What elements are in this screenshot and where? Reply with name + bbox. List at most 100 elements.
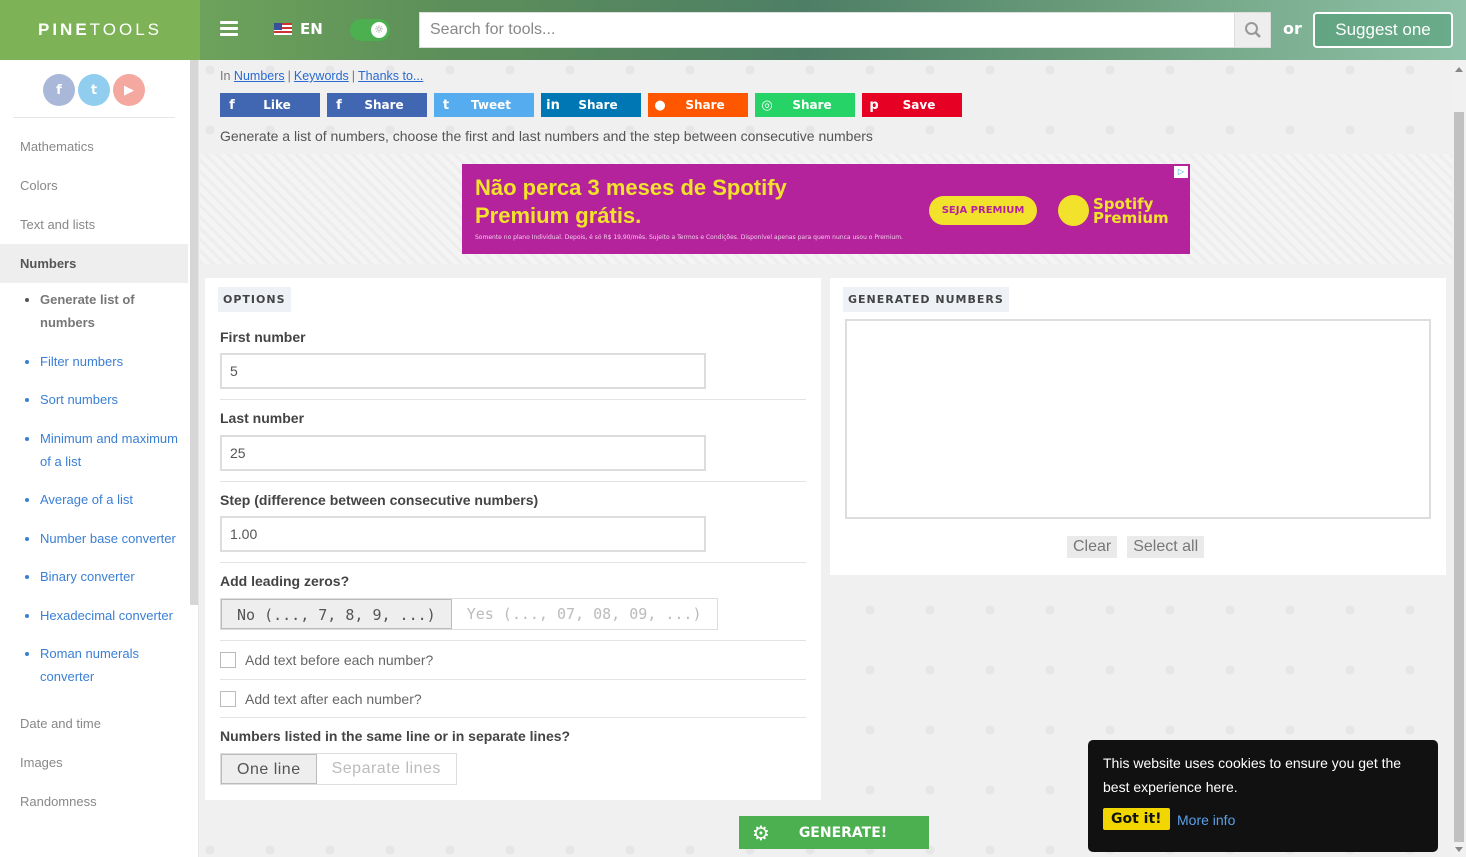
sidebar-subitem-generate-list[interactable]: Generate list of numbers: [0, 288, 188, 334]
facebook-like-button[interactable]: f Like: [220, 93, 320, 117]
separate-lines-option[interactable]: Separate lines: [317, 754, 456, 784]
cookie-banner: This website uses cookies to ensure you …: [1088, 740, 1438, 852]
breadcrumb-link-keywords[interactable]: Keywords: [294, 69, 349, 83]
whatsapp-icon: ◎: [761, 97, 773, 113]
cookie-more-info-link[interactable]: More info: [1177, 812, 1235, 828]
first-number-input[interactable]: 5: [220, 353, 706, 389]
twitter-tweet-button[interactable]: t Tweet: [434, 93, 534, 117]
logo[interactable]: PINETOOLS: [0, 0, 200, 60]
spotify-ad-banner[interactable]: Não perca 3 meses de Spotify Premium grát…: [462, 164, 1190, 254]
last-number-label: Last number: [220, 410, 305, 426]
text-after-option[interactable]: Add text after each number?: [220, 691, 422, 707]
breadcrumb-link-numbers[interactable]: Numbers: [234, 69, 285, 83]
language-label: EN: [300, 20, 323, 38]
breadcrumb-link-thanks[interactable]: Thanks to...: [358, 69, 423, 83]
youtube-icon[interactable]: ▶: [113, 74, 145, 106]
logo-bold: PINE: [37, 20, 90, 39]
facebook-icon: f: [229, 97, 235, 113]
facebook-icon: f: [336, 97, 342, 113]
select-all-button[interactable]: Select all: [1127, 536, 1205, 558]
search-icon: [1244, 22, 1261, 38]
sidebar-item-colors[interactable]: Colors: [0, 166, 198, 205]
or-label: or: [1283, 19, 1302, 38]
pinterest-save-button[interactable]: p Save: [862, 93, 962, 117]
sidebar-subitem-sort-numbers[interactable]: Sort numbers: [0, 388, 188, 411]
us-flag-icon: [274, 23, 292, 35]
reddit-icon: ●: [654, 97, 666, 113]
sidebar-subitem-filter-numbers[interactable]: Filter numbers: [0, 350, 188, 373]
ad-headline: Não perca 3 meses de Spotify Premium grát…: [475, 175, 787, 228]
text-before-label: Add text before each number?: [245, 652, 434, 668]
output-actions: Clear Select all: [1067, 536, 1205, 558]
scrollbar-thumb[interactable]: [1454, 112, 1464, 842]
last-number-input[interactable]: 25: [220, 435, 706, 471]
sidebar-item-date-and-time[interactable]: Date and time: [0, 704, 198, 743]
text-after-checkbox[interactable]: [220, 691, 236, 707]
leading-zeros-no-option[interactable]: No (..., 7, 8, 9, ...): [221, 599, 452, 629]
tool-description: Generate a list of numbers, choose the f…: [220, 128, 873, 144]
search-button[interactable]: [1234, 13, 1270, 47]
cookie-accept-button[interactable]: Got it!: [1103, 808, 1170, 830]
page-scrollbar[interactable]: [1452, 60, 1466, 857]
scroll-up-arrow-icon[interactable]: [1455, 67, 1463, 72]
menu-icon[interactable]: [220, 21, 238, 37]
sidebar-scrollbar[interactable]: [190, 60, 198, 605]
sidebar-subitem-hex-converter[interactable]: Hexadecimal converter: [0, 604, 188, 627]
scroll-down-arrow-icon[interactable]: [1455, 847, 1463, 852]
sidebar-item-mathematics[interactable]: Mathematics: [0, 127, 198, 166]
text-before-option[interactable]: Add text before each number?: [220, 652, 433, 668]
generate-button[interactable]: ⚙ GENERATE!: [739, 816, 929, 849]
language-selector[interactable]: EN: [274, 20, 323, 38]
social-links: f t ▶: [13, 60, 175, 118]
sidebar-item-randomness[interactable]: Randomness: [0, 782, 198, 821]
main-content: In Numbers | Keywords | Thanks to... f Like f…: [200, 60, 1452, 857]
numbers-submenu: Generate list of numbers Filter numbers …: [0, 283, 188, 688]
sidebar-item-numbers[interactable]: Numbers: [0, 244, 188, 283]
options-title: OPTIONS: [218, 287, 291, 312]
sidebar-item-images[interactable]: Images: [0, 743, 198, 782]
sidebar: f t ▶ Mathematics Colors Text and lists …: [0, 60, 199, 857]
facebook-icon[interactable]: f: [43, 74, 75, 106]
sidebar-subitem-average[interactable]: Average of a list: [0, 488, 188, 511]
one-line-option[interactable]: One line: [221, 754, 317, 784]
breadcrumb-prefix: In: [220, 69, 231, 83]
logo-light: TOOLS: [89, 20, 162, 39]
search-input[interactable]: [420, 13, 1234, 47]
sidebar-subitem-roman-converter[interactable]: Roman numerals converter: [0, 642, 188, 688]
step-label: Step (difference between consecutive num…: [220, 492, 539, 508]
ad-cta-button[interactable]: SEJA PREMIUM: [929, 196, 1037, 225]
dark-mode-toggle[interactable]: ☼: [350, 19, 390, 41]
sidebar-subitem-base-converter[interactable]: Number base converter: [0, 527, 188, 550]
linkedin-icon: in: [546, 97, 560, 113]
facebook-share-button[interactable]: f Share: [327, 93, 427, 117]
suggest-button[interactable]: Suggest one: [1313, 12, 1453, 48]
reddit-share-button[interactable]: ● Share: [648, 93, 748, 117]
search-bar: [419, 12, 1271, 48]
leading-zeros-yes-option[interactable]: Yes (..., 07, 08, 09, ...): [452, 599, 717, 629]
text-after-label: Add text after each number?: [245, 691, 422, 707]
output-panel: GENERATED NUMBERS Clear Select all: [830, 278, 1446, 575]
spotify-logo: Spotify Premium: [1058, 195, 1169, 226]
generated-numbers-textarea[interactable]: [845, 319, 1431, 519]
sidebar-subitem-min-max[interactable]: Minimum and maximum of a list: [0, 427, 188, 473]
twitter-icon[interactable]: t: [78, 74, 110, 106]
whatsapp-share-button[interactable]: ◎ Share: [755, 93, 855, 117]
step-input[interactable]: 1.00: [220, 516, 706, 552]
cookie-message: This website uses cookies to ensure you …: [1103, 755, 1402, 795]
breadcrumb: In Numbers | Keywords | Thanks to...: [220, 69, 424, 83]
top-header: PINETOOLS EN ☼ or Suggest one: [0, 0, 1466, 60]
leading-zeros-toggle: No (..., 7, 8, 9, ...) Yes (..., 07, 08,…: [220, 598, 718, 630]
twitter-icon: t: [442, 97, 450, 113]
pinterest-icon: p: [869, 97, 879, 113]
first-number-label: First number: [220, 329, 306, 345]
sidebar-subitem-binary-converter[interactable]: Binary converter: [0, 565, 188, 588]
clear-button[interactable]: Clear: [1067, 536, 1118, 558]
share-buttons: f Like f Share t Tweet in Share ● Share ◎ Shar…: [220, 93, 962, 117]
lines-toggle: One line Separate lines: [220, 753, 457, 785]
text-before-checkbox[interactable]: [220, 652, 236, 668]
sidebar-item-text-and-lists[interactable]: Text and lists: [0, 205, 198, 244]
adchoices-icon[interactable]: ▷: [1174, 166, 1188, 178]
linkedin-share-button[interactable]: in Share: [541, 93, 641, 117]
sun-icon: ☼: [371, 22, 387, 38]
generate-label: GENERATE!: [798, 824, 888, 841]
